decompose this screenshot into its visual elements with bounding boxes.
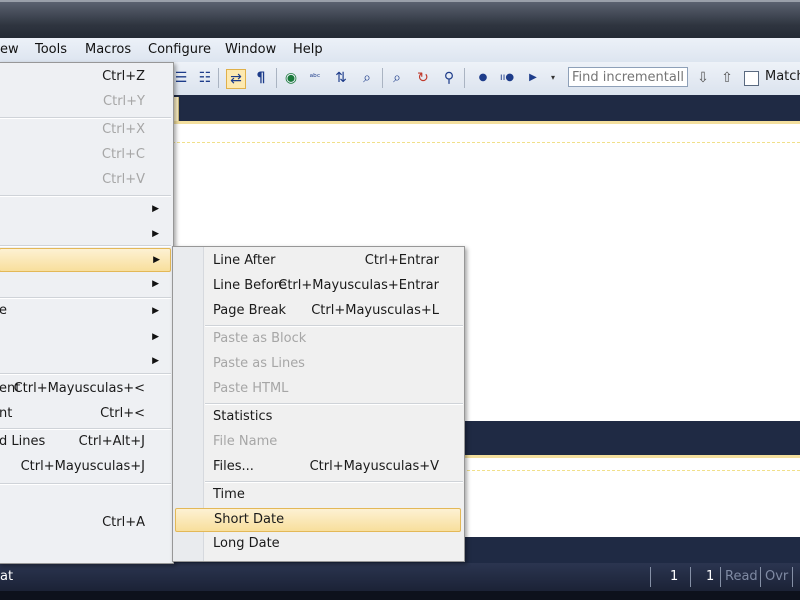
menu-item-submenu-e[interactable]: ▶: [0, 326, 169, 348]
document-tab-strip: [172, 95, 800, 121]
align-icon[interactable]: ☰: [172, 69, 190, 87]
submenu-arrow-icon: ▶: [152, 332, 159, 342]
word-wrap-icon[interactable]: ⇄: [226, 69, 246, 89]
record-macro-icon[interactable]: ●: [474, 69, 492, 87]
menu-item-page-break[interactable]: Page Break Ctrl+Mayusculas+L: [213, 300, 453, 322]
menu-item-unindent[interactable]: ent Ctrl+Mayusculas+<: [0, 378, 169, 400]
submenu-arrow-icon: ▶: [152, 204, 159, 214]
status-line: 1: [670, 569, 679, 584]
menu-item-select-all[interactable]: Ctrl+A: [0, 512, 169, 534]
window-titlebar: [0, 0, 800, 40]
menu-view[interactable]: ew: [0, 41, 19, 59]
find-icon[interactable]: ⌕: [388, 69, 406, 87]
spellcheck-icon[interactable]: ᵃᵇᶜ: [306, 69, 324, 87]
menu-item-redo[interactable]: Ctrl+Y: [0, 91, 169, 113]
find-incrementally-input[interactable]: [568, 67, 688, 87]
binoculars-icon[interactable]: ⚲: [440, 69, 458, 87]
match-case-checkbox[interactable]: [744, 71, 759, 86]
status-read-only: Read: [725, 569, 758, 584]
submenu-arrow-icon: ▶: [153, 255, 160, 265]
find-in-files-icon[interactable]: ⌕: [358, 69, 376, 87]
menu-configure[interactable]: Configure: [148, 41, 211, 59]
menu-item-paste-as-lines[interactable]: Paste as Lines: [213, 353, 453, 375]
menu-item-undo[interactable]: Ctrl+Z: [0, 66, 169, 88]
menu-item-submenu-a[interactable]: ▶: [0, 198, 169, 220]
menu-window[interactable]: Window: [225, 41, 276, 59]
menu-separator: [0, 297, 171, 299]
globe-icon[interactable]: ◉: [282, 69, 300, 87]
edit-menu: Ctrl+Z Ctrl+Y Ctrl+X Ctrl+C Ctrl+V ▶ ▶ ▶…: [0, 62, 174, 564]
menu-item-submenu-f[interactable]: ▶: [0, 350, 169, 372]
menu-item-long-date[interactable]: Long Date: [213, 533, 453, 555]
play-macro-icon[interactable]: ▶: [524, 69, 542, 87]
sort-icon[interactable]: ⇅: [332, 69, 350, 87]
menu-separator: [205, 403, 463, 405]
menu-item-time[interactable]: Time: [213, 484, 453, 506]
insert-submenu: Line After Ctrl+Entrar Line Before Ctrl+…: [172, 246, 465, 562]
status-overwrite: Ovr: [765, 569, 789, 584]
menu-item-copy[interactable]: Ctrl+C: [0, 144, 169, 166]
submenu-arrow-icon: ▶: [152, 279, 159, 289]
menu-separator: [0, 483, 171, 485]
submenu-arrow-icon: ▶: [152, 229, 159, 239]
menu-item-file-name[interactable]: File Name: [213, 431, 453, 453]
menu-item-insert[interactable]: ▶: [0, 248, 171, 272]
toolbar: ☰ ☷ ⇄ ¶ ◉ ᵃᵇᶜ ⇅ ⌕ ⌕ ↻ ⚲ ● ıı● ▶ ▾ ⇩ ⇧ Ma…: [172, 62, 800, 96]
menu-item-submenu-d[interactable]: e ▶: [0, 300, 169, 322]
menu-item-statistics[interactable]: Statistics: [213, 406, 453, 428]
menu-item-indent[interactable]: nt Ctrl+<: [0, 403, 169, 425]
menu-separator: [0, 428, 171, 430]
menu-item-short-date[interactable]: Short Date: [175, 508, 461, 532]
find-up-icon[interactable]: ⇧: [718, 69, 736, 87]
menu-separator: [0, 195, 171, 197]
pilcrow-icon[interactable]: ¶: [252, 69, 270, 87]
menu-separator: [0, 245, 171, 247]
submenu-arrow-icon: ▶: [152, 356, 159, 366]
menu-separator: [205, 481, 463, 483]
menu-macros[interactable]: Macros: [85, 41, 131, 59]
menu-item-line-before[interactable]: Line Before Ctrl+Mayusculas+Entrar: [213, 275, 453, 297]
menu-separator: [205, 325, 463, 327]
toolbar-separator: [218, 68, 219, 88]
status-column: 1: [706, 569, 715, 584]
window-bottom-edge: [0, 591, 800, 600]
menu-item-paste-html[interactable]: Paste HTML: [213, 378, 453, 400]
menu-item-join-lines[interactable]: d Lines Ctrl+Alt+J: [0, 431, 169, 453]
menu-item-line-after[interactable]: Line After Ctrl+Entrar: [213, 250, 453, 272]
submenu-arrow-icon: ▶: [152, 306, 159, 316]
menu-item-paste-as-block[interactable]: Paste as Block: [213, 328, 453, 350]
menu-item-submenu-b[interactable]: ▶: [0, 223, 169, 245]
menu-tools[interactable]: Tools: [35, 41, 67, 59]
menu-help[interactable]: Help: [293, 41, 323, 59]
menu-separator: [0, 373, 171, 375]
menu-item-split-lines[interactable]: Ctrl+Mayusculas+J: [0, 456, 169, 478]
match-case-label: Match: [765, 69, 800, 84]
toolbar-separator: [382, 68, 383, 88]
menu-item-blank[interactable]: [0, 487, 169, 509]
menu-item-paste[interactable]: Ctrl+V: [0, 169, 169, 191]
toolbar-separator: [276, 68, 277, 88]
menu-item-submenu-c[interactable]: ▶: [0, 273, 169, 295]
replace-icon[interactable]: ↻: [414, 69, 432, 87]
menu-item-files[interactable]: Files... Ctrl+Mayusculas+V: [213, 456, 453, 478]
menu-bar: ew Tools Macros Configure Window Help: [0, 38, 800, 63]
pause-macro-icon[interactable]: ıı●: [498, 69, 516, 87]
status-message: at: [0, 569, 14, 584]
toolbar-overflow-icon[interactable]: ▾: [544, 69, 562, 87]
menu-item-cut[interactable]: Ctrl+X: [0, 119, 169, 141]
find-down-icon[interactable]: ⇩: [694, 69, 712, 87]
status-bar: at 1 1 Read Ovr: [0, 563, 800, 591]
toolbar-separator: [464, 68, 465, 88]
unindent-icon[interactable]: ☷: [196, 69, 214, 87]
